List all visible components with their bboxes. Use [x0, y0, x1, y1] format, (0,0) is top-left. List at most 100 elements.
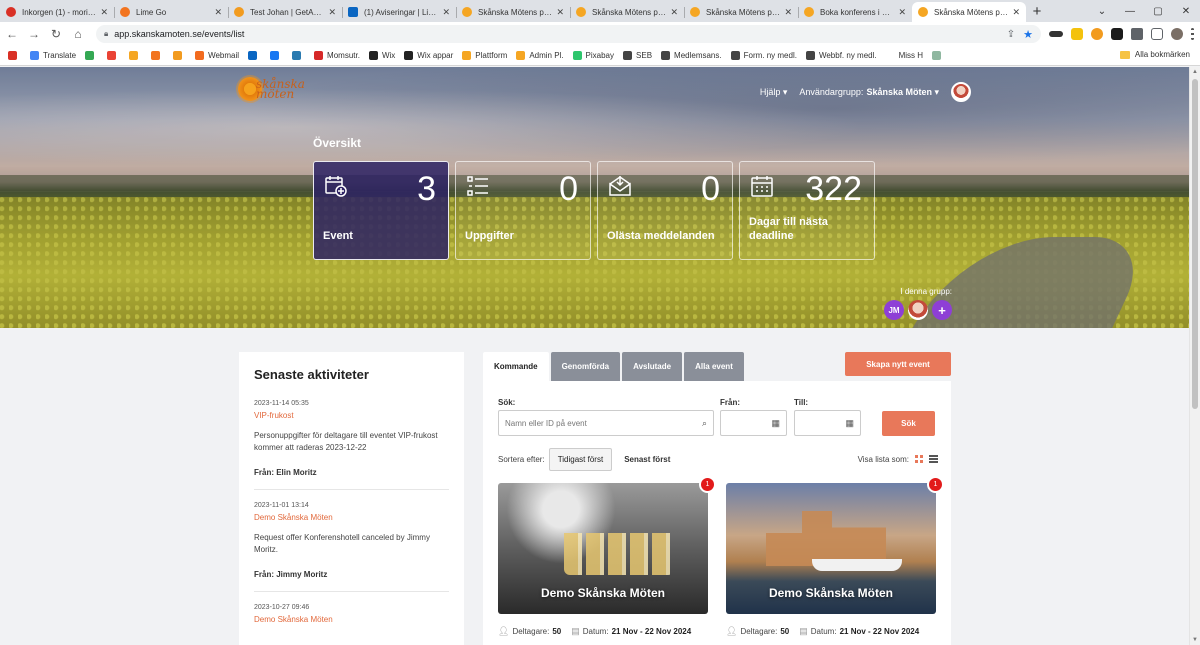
usergroup-selector[interactable]: Användargrupp: Skånska Möten ▾ [799, 87, 939, 98]
stat-card-deadline[interactable]: 322 Dagar till nästa deadline [739, 161, 875, 260]
bookmark-item[interactable]: Miss H [885, 51, 923, 60]
user-avatar[interactable] [951, 82, 971, 102]
page-scrollbar[interactable]: ▲ ▼ [1189, 67, 1200, 645]
stat-card-tasks[interactable]: 0 Uppgifter [455, 161, 591, 260]
event-card[interactable]: Demo Skånska Möten [726, 483, 936, 614]
extension-yellow-icon[interactable] [1071, 28, 1083, 40]
bookmark-favicon-icon [30, 51, 39, 60]
profile-avatar[interactable] [1171, 28, 1183, 40]
bookmark-item[interactable] [85, 51, 98, 60]
bookmark-item[interactable] [129, 51, 142, 60]
bookmark-item[interactable] [248, 51, 261, 60]
new-tab-icon[interactable]: + [1026, 3, 1048, 20]
close-tab-icon[interactable]: ✕ [898, 7, 906, 18]
tab-genomforda[interactable]: Genomförda [550, 352, 621, 381]
close-tab-icon[interactable]: ✕ [556, 7, 564, 18]
bookmark-star-icon[interactable]: ★ [1023, 28, 1033, 41]
bookmark-item[interactable]: Plattform [462, 51, 507, 60]
help-menu[interactable]: Hjälp ▾ [760, 87, 788, 98]
close-tab-icon[interactable]: ✕ [670, 7, 678, 18]
bookmark-item[interactable] [8, 51, 21, 60]
all-bookmarks-folder[interactable]: Alla bokmärken [1119, 50, 1190, 59]
lock-icon[interactable]: 🔒︎ [104, 29, 108, 39]
browser-tab[interactable]: Skånska Mötens plattform✕ [684, 2, 798, 22]
from-date-field[interactable]: ▦ [720, 410, 787, 436]
browser-tab[interactable]: Skånska Mötens plattform✕ [570, 2, 684, 22]
stat-card-events[interactable]: 3 Event [313, 161, 449, 260]
bookmark-item[interactable]: Momsutr. [314, 51, 360, 60]
member-avatar[interactable]: JM [884, 300, 904, 320]
tab-search-icon[interactable]: ⌄ [1088, 6, 1116, 17]
search-button[interactable]: Sök [882, 411, 935, 436]
bookmark-item[interactable]: Webmail [195, 51, 239, 60]
extension-glasses-icon[interactable] [1049, 31, 1063, 37]
tab-alla-event[interactable]: Alla event [684, 352, 744, 381]
bookmark-item[interactable] [292, 51, 305, 60]
to-date-field[interactable]: ▦ [794, 410, 861, 436]
bookmark-item[interactable] [151, 51, 164, 60]
bookmark-item[interactable] [107, 51, 120, 60]
menu-kebab-icon[interactable] [1191, 28, 1194, 40]
activity-event-link[interactable]: Demo Skånska Möten [254, 615, 449, 624]
minimize-icon[interactable]: — [1116, 6, 1144, 17]
extensions-bar [1049, 28, 1194, 40]
browser-tab-active[interactable]: Skånska Mötens plattform✕ [912, 2, 1026, 22]
scrollbar-thumb[interactable] [1192, 79, 1198, 409]
bookmark-item[interactable]: Wix [368, 51, 395, 60]
close-tab-icon[interactable]: ✕ [214, 7, 222, 18]
bookmark-item[interactable]: Admin Pl. [516, 51, 564, 60]
sidepanel-icon[interactable] [1151, 28, 1163, 40]
create-event-button[interactable]: Skapa nytt event [845, 352, 951, 376]
browser-tab[interactable]: (1) Aviseringar | LinkedIn✕ [342, 2, 456, 22]
browser-tab[interactable]: Test Johan | GetAccept ✕ [228, 2, 342, 22]
close-tab-icon[interactable]: ✕ [784, 7, 792, 18]
close-window-icon[interactable]: ✕ [1172, 6, 1200, 17]
bookmark-item[interactable] [270, 51, 283, 60]
search-input[interactable]: Namn eller ID på event ⌕ [498, 410, 714, 436]
forward-icon[interactable]: → [24, 27, 44, 41]
bookmark-item[interactable]: Translate [30, 51, 76, 60]
browser-tab[interactable]: Boka konferens i Skåne✕ [798, 2, 912, 22]
close-tab-icon[interactable]: ✕ [328, 7, 336, 18]
list-view-icon[interactable] [929, 455, 938, 463]
browser-tab[interactable]: Lime Go ✕ [114, 2, 228, 22]
scroll-down-icon[interactable]: ▼ [1192, 637, 1198, 643]
bookmark-item[interactable]: Form. ny medl. [730, 51, 797, 60]
stat-card-messages[interactable]: 0 Olästa meddelanden [597, 161, 733, 260]
back-icon[interactable]: ← [2, 27, 22, 41]
bookmark-item[interactable]: Pixabay [572, 51, 614, 60]
bookmark-item[interactable]: Medlemsans. [661, 51, 722, 60]
grid-view-icon[interactable] [915, 455, 923, 463]
extensions-puzzle-icon[interactable] [1131, 28, 1143, 40]
extension-check-icon[interactable] [1091, 28, 1103, 40]
reload-icon[interactable]: ↻ [46, 27, 66, 41]
browser-tab[interactable]: Skånska Mötens plattform✕ [456, 2, 570, 22]
add-member-button[interactable]: + [932, 300, 952, 320]
bookmark-item[interactable] [932, 51, 945, 60]
close-tab-icon[interactable]: ✕ [1012, 7, 1020, 18]
search-placeholder: Namn eller ID på event [505, 418, 587, 428]
url-text[interactable]: app.skanskamoten.se/events/list [114, 29, 1006, 39]
maximize-icon[interactable]: ▢ [1144, 6, 1172, 17]
share-icon[interactable]: ⇪ [1007, 29, 1015, 40]
sort-earliest-first[interactable]: Tidigast först [548, 447, 613, 471]
browser-tab[interactable]: Inkorgen (1) - moritz@ ✕ [0, 2, 114, 22]
activity-event-link[interactable]: VIP-frukost [254, 411, 449, 420]
home-icon[interactable]: ⌂ [68, 27, 88, 41]
event-card[interactable]: Demo Skånska Möten [498, 483, 708, 614]
bookmark-item[interactable]: Wix appar [404, 51, 453, 60]
bookmark-item[interactable]: SEB [623, 51, 652, 60]
bookmark-item[interactable]: Webbf. ny medl. [805, 51, 877, 60]
close-tab-icon[interactable]: ✕ [442, 7, 450, 18]
extension-play-icon[interactable] [1111, 28, 1123, 40]
tab-kommande[interactable]: Kommande [483, 352, 549, 381]
bookmark-item[interactable] [173, 51, 186, 60]
url-field[interactable]: 🔒︎ app.skanskamoten.se/events/list ⇪ ★ [96, 25, 1041, 43]
sort-latest-first[interactable]: Senast först [616, 449, 678, 470]
activity-event-link[interactable]: Demo Skånska Möten [254, 513, 449, 522]
scroll-up-icon[interactable]: ▲ [1192, 69, 1198, 75]
member-avatar[interactable] [908, 300, 928, 320]
close-tab-icon[interactable]: ✕ [100, 7, 108, 18]
tab-avslutade[interactable]: Avslutade [622, 352, 683, 381]
skanska-moten-logo[interactable]: skånska möten [238, 77, 305, 101]
